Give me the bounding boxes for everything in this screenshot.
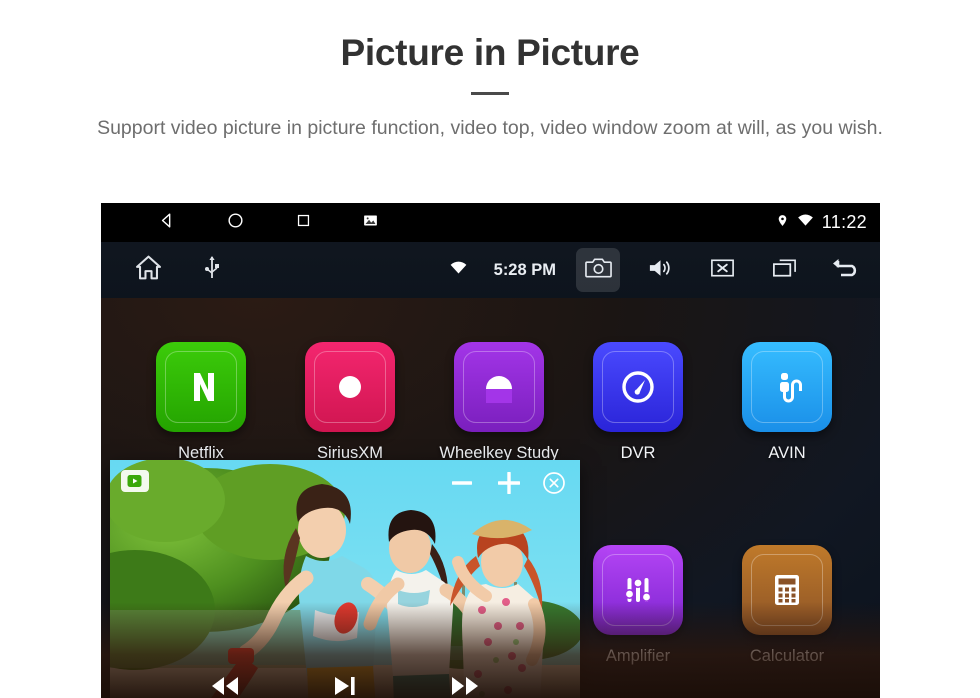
app-netflix[interactable]: Netflix (141, 342, 261, 463)
home-icon[interactable] (226, 211, 245, 235)
location-pin-icon (776, 213, 789, 233)
launcher-desktop: Netflix SiriusXM Wheelkey Study DVR AVIN… (101, 298, 880, 698)
title-divider (471, 91, 509, 95)
video-transport-controls (110, 673, 580, 698)
pip-close-button[interactable] (542, 471, 566, 495)
android-status-bar: 11:22 (101, 203, 880, 242)
status-bar-clock: 11:22 (821, 212, 867, 232)
usb-icon[interactable] (204, 255, 220, 286)
app-calculator[interactable]: Calculator (727, 545, 847, 666)
back-button[interactable] (824, 248, 868, 292)
status-bar-indicators: 11:22 (776, 203, 867, 242)
app-label: Amplifier (605, 647, 671, 665)
wifi-icon (449, 260, 468, 280)
wheelkey-icon (454, 342, 544, 432)
pip-window-controls (448, 468, 566, 498)
screenshot-icon[interactable] (362, 212, 379, 234)
pip-zoom-out-button[interactable] (448, 469, 476, 497)
equalizer-icon (593, 545, 683, 635)
close-box-icon (709, 257, 736, 284)
app-label: DVR (620, 444, 656, 462)
pip-window[interactable]: cana (110, 460, 580, 698)
close-button[interactable] (700, 248, 744, 292)
recents-icon[interactable] (295, 212, 312, 234)
camera-icon (584, 256, 612, 285)
pip-zoom-in-button[interactable] (494, 468, 524, 498)
camera-screenshot-button[interactable] (576, 248, 620, 292)
next-track-button[interactable] (448, 673, 482, 698)
status-bar-nav-group (157, 211, 379, 235)
av-jack-icon (742, 342, 832, 432)
app-toolbar: 5:28 PM (101, 242, 880, 298)
page-subtitle: Support video picture in picture functio… (97, 116, 883, 139)
calculator-icon (742, 545, 832, 635)
app-dvr[interactable]: DVR (578, 342, 698, 463)
previous-track-button[interactable] (208, 673, 242, 698)
app-label: AVIN (768, 444, 806, 462)
netflix-icon (156, 342, 246, 432)
back-arrow-icon (830, 256, 862, 285)
volume-button[interactable] (638, 248, 682, 292)
promo-page: Picture in Picture Support video picture… (0, 0, 980, 698)
video-play-badge-icon (121, 470, 149, 492)
wifi-icon (797, 213, 814, 232)
app-siriusxm[interactable]: SiriusXM (290, 342, 410, 463)
page-header: Picture in Picture Support video picture… (0, 0, 980, 142)
gauge-icon (593, 342, 683, 432)
back-icon[interactable] (157, 211, 176, 235)
app-wheelkey-study[interactable]: Wheelkey Study (439, 342, 559, 463)
toolbar-clock: 5:28 PM (493, 260, 556, 279)
recents-icon (771, 257, 798, 284)
toolbar-right-group: 5:28 PM (449, 242, 868, 298)
play-pause-button[interactable] (330, 673, 360, 698)
page-title: Picture in Picture (340, 32, 640, 73)
toolbar-left-group (133, 253, 220, 287)
home-icon[interactable] (133, 253, 164, 287)
app-label: Calculator (749, 647, 825, 665)
device-screen: 11:22 5:28 PM Netflix SiriusXM Wheelkey … (101, 203, 880, 698)
siriusxm-icon (305, 342, 395, 432)
volume-icon (647, 256, 674, 285)
recents-button[interactable] (762, 248, 806, 292)
app-amplifier[interactable]: Amplifier (578, 545, 698, 666)
app-avin[interactable]: AVIN (727, 342, 847, 463)
